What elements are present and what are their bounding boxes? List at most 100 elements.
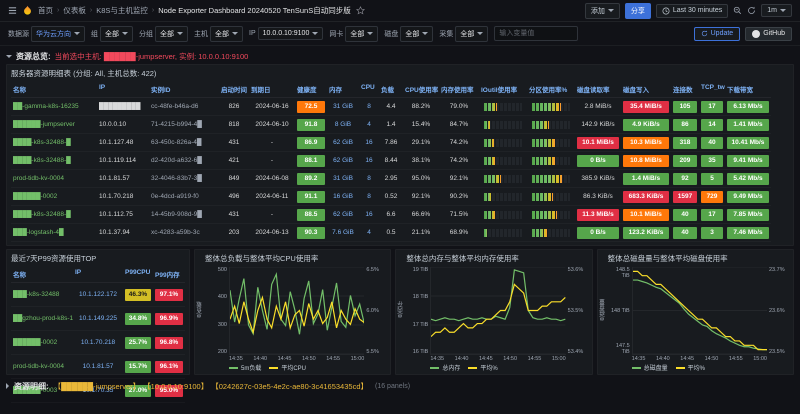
lcd-gauge <box>532 121 570 129</box>
variable-dropdown[interactable]: 全部 <box>100 26 133 42</box>
variable-dropdown[interactable]: 华为云方向 <box>31 26 85 42</box>
share-button[interactable]: 分享 <box>625 3 651 19</box>
refresh-icon[interactable] <box>747 6 756 15</box>
value-chip: 86.9 <box>297 137 325 149</box>
variable-dropdown[interactable]: 全部 <box>455 26 488 42</box>
variable-label: 组 <box>91 29 98 39</box>
refresh-icon <box>701 30 708 37</box>
legend-item[interactable]: 5m负载 <box>229 363 261 372</box>
breadcrumb: 首页›仪表板›K8S与主机监控›Node Exporter Dashboard … <box>38 5 351 16</box>
column-header[interactable]: 内存 <box>327 81 359 98</box>
cell-partition-gauge <box>527 152 575 170</box>
cell-name[interactable]: ██████-jumpserver <box>11 116 97 134</box>
resource-detail-item[interactable]: 【10.0.0.10:9100】 <box>143 381 208 392</box>
variable-dropdown[interactable]: 全部 <box>345 26 378 42</box>
value-chip: 9.49 Mb/s <box>727 191 769 203</box>
column-header[interactable]: CPU使用率 <box>403 81 439 98</box>
cell-disk-write: 1.4 MiB/s <box>621 170 671 188</box>
legend-item[interactable]: 总内存 <box>430 363 460 372</box>
column-header[interactable]: P99内存 <box>153 266 185 283</box>
column-header[interactable]: IP <box>73 266 123 283</box>
column-header[interactable]: P99CPU <box>123 266 153 283</box>
column-header[interactable]: 磁盘写入 <box>621 81 671 98</box>
cell-name[interactable]: ██████-0002 <box>11 188 97 206</box>
series-line <box>431 284 565 336</box>
cell-bandwidth: 6.13 Mb/s <box>725 98 771 116</box>
variable-dropdown[interactable]: 10.0.0.10:9100 <box>258 27 324 40</box>
cell-name[interactable]: ███-k8s-32488 <box>11 283 73 307</box>
cell-name[interactable]: ██-gamma-k8s-16235 <box>11 98 97 116</box>
breadcrumb-separator: › <box>152 7 154 14</box>
add-button[interactable]: 添加 <box>585 3 620 19</box>
cell-health: 72.5 <box>295 98 327 116</box>
legend-item[interactable]: 平均% <box>468 363 497 372</box>
cell-ip: 10.1.37.94 <box>97 224 149 242</box>
cell-name[interactable]: ████-k8s-32488-█ <box>11 134 97 152</box>
menu-toggle-icon[interactable] <box>8 6 17 15</box>
time-range-picker[interactable]: Last 30 minutes <box>656 4 728 18</box>
cell-name[interactable]: ███-logstash-4█ <box>11 224 97 242</box>
breadcrumb-item[interactable]: 仪表板 <box>63 5 86 16</box>
value-chip: 91.1 <box>297 191 325 203</box>
cell-name[interactable]: ████-k8s-32488-█ <box>11 206 97 224</box>
cell-cpu: 16 <box>359 134 379 152</box>
charts-container: 整体总负载与整体平均CPU使用率总负载5004003002006.5%6.0%5… <box>194 249 794 375</box>
column-header[interactable]: 启动时间 <box>219 81 249 98</box>
variable-value: 全部 <box>105 29 119 39</box>
variable-dropdown[interactable]: 全部 <box>400 26 433 42</box>
chevron-down-icon <box>608 9 614 12</box>
breadcrumb-item[interactable]: Node Exporter Dashboard 20240520 TenSunS… <box>158 5 350 16</box>
column-header[interactable]: 到期日 <box>249 81 295 98</box>
breadcrumb-item[interactable]: 首页 <box>38 5 53 16</box>
column-header[interactable]: 负载 <box>379 81 403 98</box>
variable-value: 华为云方向 <box>36 29 71 39</box>
cell-instance-id: xc-4283-a59b-3c <box>149 224 219 242</box>
legend-item[interactable]: 平均% <box>676 363 705 372</box>
cell-name[interactable]: prod-tidb-kv-0004 <box>11 355 73 379</box>
variable-search-input[interactable] <box>494 26 578 41</box>
breadcrumb-item[interactable]: K8S与主机监控 <box>96 5 148 16</box>
chart-title: 整体总磁盘量与整体平均磁盘使用率 <box>608 252 789 266</box>
cell-name[interactable]: ████-k8s-32488-█ <box>11 152 97 170</box>
time-range-label: Last 30 minutes <box>673 7 722 14</box>
cell-partition-gauge <box>527 224 575 242</box>
column-header[interactable]: 名称 <box>11 266 73 283</box>
cell-load: 2.95 <box>379 170 403 188</box>
cell-load: 8.44 <box>379 152 403 170</box>
cell-uptime: 421 <box>219 152 249 170</box>
variable-dropdown[interactable]: 全部 <box>155 26 188 42</box>
resource-detail-item[interactable]: 【0242627c-03e5-4e2c-ae80-3c41653435cd】 <box>211 381 368 392</box>
refresh-interval-dropdown[interactable]: 1m <box>761 4 792 17</box>
resource-detail-item[interactable]: 【██████-jumpserver】 <box>54 381 140 392</box>
favorite-star-icon[interactable] <box>356 6 365 15</box>
overview-section-header[interactable]: 资源总览: 当前选中主机: ██████-jumpserver, 实例: 10.… <box>6 49 794 63</box>
legend-item[interactable]: 平均CPU <box>269 363 306 372</box>
variable-value: 全部 <box>350 29 364 39</box>
column-header[interactable]: TCP_tw <box>699 81 725 98</box>
grafana-logo-icon[interactable] <box>22 5 33 16</box>
column-header[interactable]: 磁盘读取率 <box>575 81 621 98</box>
column-header[interactable]: IOutil使用率 <box>479 81 527 98</box>
legend-item[interactable]: 总磁盘量 <box>632 363 668 372</box>
cell-connections: 105 <box>671 98 699 116</box>
cell-ioutil-gauge <box>479 224 527 242</box>
column-header[interactable]: 实例ID <box>149 81 219 98</box>
update-button[interactable]: Update <box>694 27 741 41</box>
cell-name[interactable]: ██gzhou-prod-k8s-1 <box>11 307 73 331</box>
column-header[interactable]: 分区使用率% <box>527 81 575 98</box>
github-button[interactable]: GitHub <box>745 27 792 41</box>
column-header[interactable]: IP <box>97 81 149 98</box>
column-header[interactable]: 下载带宽 <box>725 81 771 98</box>
column-header[interactable]: 连接数 <box>671 81 699 98</box>
cell-name[interactable]: ██████-0002 <box>11 331 73 355</box>
variable-dropdown[interactable]: 全部 <box>210 26 243 42</box>
column-header[interactable]: 健康度 <box>295 81 327 98</box>
resource-detail-section-header[interactable]: 资源明细: 【██████-jumpserver】【10.0.0.10:9100… <box>6 379 794 393</box>
column-header[interactable]: 内存使用率 <box>439 81 479 98</box>
column-header[interactable]: 名称 <box>11 81 97 98</box>
zoom-out-icon[interactable] <box>733 6 742 15</box>
cell-name[interactable]: prod-tidb-kv-0004 <box>11 170 97 188</box>
cell-memory: 8 GiB <box>327 116 359 134</box>
value-chip: 9.41 Mb/s <box>727 155 769 167</box>
column-header[interactable]: CPU <box>359 81 379 98</box>
